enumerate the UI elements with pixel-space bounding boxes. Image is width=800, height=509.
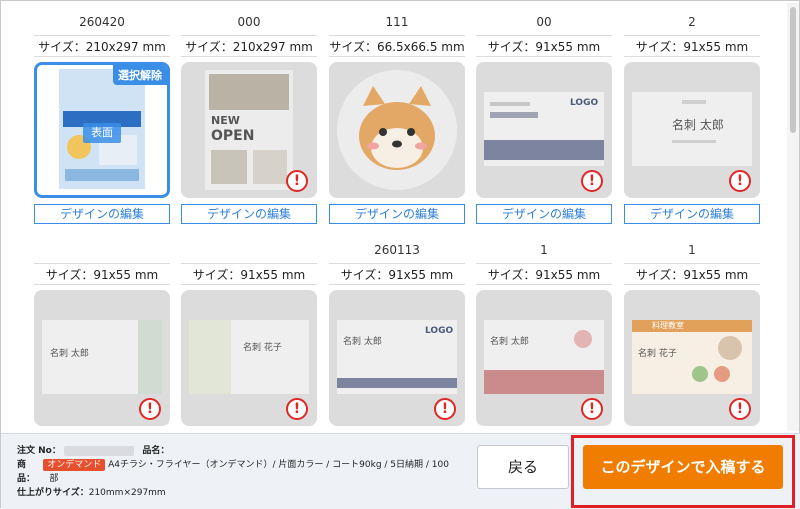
warning-icon[interactable]: ! [139,398,161,420]
design-size: サイズ：210x297 mm [181,35,317,57]
thumb-text: 名刺 太郎 [343,337,382,347]
warning-icon[interactable]: ! [286,398,308,420]
business-card-preview: LOGO [484,92,604,166]
order-footer: 注文 No： 品名： 商 オンデマンド A4チラシ・フライヤー（オンデマンド）/… [1,433,800,509]
product-label-cont: 品： [17,474,36,484]
business-card-preview: 名刺 太郎 [42,320,162,394]
design-name: 1 [688,243,696,257]
design-thumbnail[interactable] [329,62,465,198]
finished-size-value: 210mm×297mm [88,488,166,498]
flyer-preview: NEW OPEN [205,70,293,190]
back-button[interactable]: 戻る [477,445,569,489]
design-size: サイズ：91x55 mm [476,35,612,57]
edit-design-button[interactable]: デザインの編集 [181,204,317,224]
shiba-dog-illustration [337,70,457,190]
thumb-text: LOGO [570,98,599,108]
design-size: サイズ：91x55 mm [476,263,612,285]
warning-icon[interactable]: ! [434,398,456,420]
design-name: 1 [540,243,548,257]
product-name-label: 品名： [142,446,170,456]
warning-icon[interactable]: ! [581,170,603,192]
thumb-text: 名刺 太郎 [490,337,529,347]
thumb-text: 名刺 太郎 [50,349,89,359]
thumb-text: NEW [211,114,240,127]
design-size: サイズ：91x55 mm [181,263,317,285]
design-thumbnail[interactable]: 料理教室 名刺 花子 ! [624,290,760,426]
design-name: 000 [237,15,261,29]
order-number-label: 注文 No： [17,446,61,456]
quantity-unit: 部 [49,474,59,484]
edit-design-button[interactable]: デザインの編集 [624,204,760,224]
design-size: サイズ：91x55 mm [34,263,170,285]
design-size: サイズ：91x55 mm [624,263,760,285]
business-card-preview: 名刺 太郎 [632,92,752,166]
design-name: 260113 [374,243,420,257]
warning-icon[interactable]: ! [729,170,751,192]
thumb-text: 名刺 花子 [243,343,282,353]
design-size: サイズ：210x297 mm [34,35,170,57]
design-grid: 260420 サイズ：210x297 mm 選択解除 表面 デザインの編集 00… [1,1,785,433]
thumb-text: 名刺 花子 [638,349,677,359]
product-label: 商 [17,460,27,470]
warning-icon[interactable]: ! [729,398,751,420]
design-size: サイズ：91x55 mm [329,263,465,285]
business-card-preview: LOGO 名刺 太郎 [337,320,457,394]
ondemand-badge: オンデマンド [43,459,106,471]
design-name [34,243,170,259]
design-thumbnail[interactable]: 名刺 太郎 ! [476,290,612,426]
finished-size-label: 仕上がりサイズ： [17,488,89,498]
design-name: 260420 [79,15,125,29]
design-name: 2 [688,15,696,29]
design-thumbnail-selected[interactable]: 選択解除 表面 [34,62,170,198]
design-thumbnail[interactable]: 名刺 花子 ! [181,290,317,426]
submit-design-button[interactable]: このデザインで入稿する [583,445,783,489]
business-card-preview: 料理教室 名刺 花子 [632,320,752,394]
order-number-redacted [63,445,134,456]
design-name: 00 [536,15,552,29]
product-description: A4チラシ・フライヤー（オンデマンド）/ 片面カラー / コート90kg / 5… [108,460,449,470]
design-thumbnail[interactable]: LOGO 名刺 太郎 ! [329,290,465,426]
design-size: サイズ：91x55 mm [624,35,760,57]
design-thumbnail[interactable]: 名刺 太郎 ! [34,290,170,426]
business-card-preview: 名刺 花子 [189,320,309,394]
design-name [181,243,317,259]
front-side-label: 表面 [83,123,121,143]
design-thumbnail[interactable]: NEW OPEN ! [181,62,317,198]
design-selection-dialog: 260420 サイズ：210x297 mm 選択解除 表面 デザインの編集 00… [0,0,800,509]
warning-icon[interactable]: ! [286,170,308,192]
thumb-text: 料理教室 [652,321,684,330]
design-thumbnail[interactable]: LOGO ! [476,62,612,198]
thumb-text: OPEN [211,128,255,144]
thumb-text: LOGO [425,326,454,336]
deselect-badge[interactable]: 選択解除 [113,65,167,85]
edit-design-button[interactable]: デザインの編集 [476,204,612,224]
edit-design-button[interactable]: デザインの編集 [34,204,170,224]
design-size: サイズ：66.5x66.5 mm [329,35,465,57]
thumb-text: 名刺 太郎 [672,118,724,132]
business-card-preview: 名刺 太郎 [484,320,604,394]
edit-design-button[interactable]: デザインの編集 [329,204,465,224]
design-thumbnail[interactable]: 名刺 太郎 ! [624,62,760,198]
vertical-scrollbar[interactable] [787,3,799,431]
order-info: 注文 No： 品名： 商 オンデマンド A4チラシ・フライヤー（オンデマンド）/… [17,444,449,500]
design-name: 111 [385,15,409,29]
scrollbar-thumb[interactable] [790,7,796,133]
warning-icon[interactable]: ! [581,398,603,420]
